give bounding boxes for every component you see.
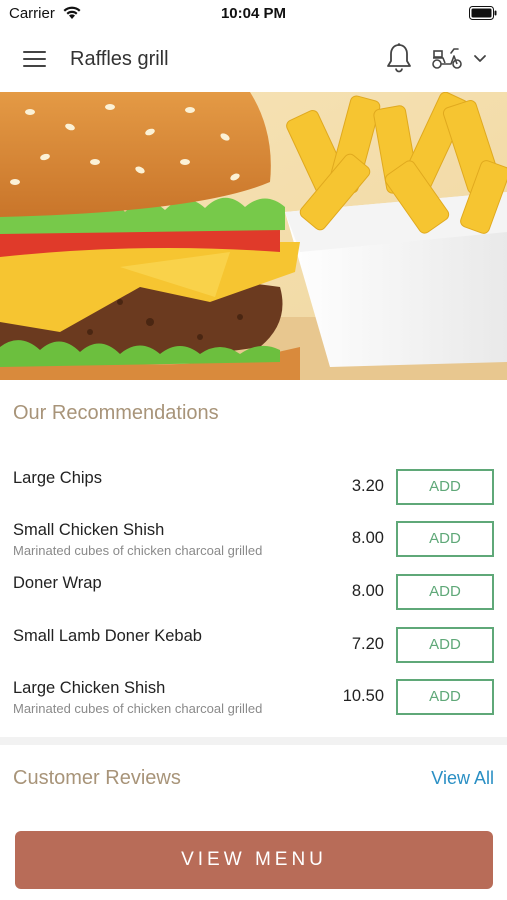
menu-item: Large Chicken Shish Marinated cubes of c… [0, 679, 507, 729]
section-divider [0, 737, 507, 745]
add-button[interactable]: ADD [396, 469, 494, 505]
reviews-title: Customer Reviews [13, 767, 181, 789]
menu-item: Doner Wrap 8.00 ADD [0, 574, 507, 624]
item-price: 7.20 [351, 635, 384, 653]
item-name: Small Chicken Shish [13, 521, 165, 539]
item-price: 3.20 [351, 477, 384, 495]
item-description: Marinated cubes of chicken charcoal gril… [13, 543, 263, 558]
item-name: Small Lamb Doner Kebab [13, 627, 202, 645]
view-menu-button[interactable]: VIEW MENU [15, 831, 493, 889]
view-all-link[interactable]: View All [431, 768, 494, 789]
item-description: Marinated cubes of chicken charcoal gril… [13, 701, 263, 716]
menu-item: Large Chips 3.20 ADD [0, 469, 507, 519]
add-button[interactable]: ADD [396, 574, 494, 610]
add-button[interactable]: ADD [396, 679, 494, 715]
bell-icon[interactable] [385, 42, 413, 74]
scooter-icon[interactable] [430, 45, 464, 71]
app-header: Raffles grill [0, 28, 507, 92]
item-name: Doner Wrap [13, 574, 102, 592]
menu-item: Small Lamb Doner Kebab 7.20 ADD [0, 627, 507, 677]
restaurant-title: Raffles grill [70, 48, 169, 70]
status-bar: Carrier 10:04 PM [0, 0, 507, 28]
item-name: Large Chicken Shish [13, 679, 166, 697]
status-time: 10:04 PM [220, 5, 287, 22]
burger-and-fries-illustration [0, 92, 507, 380]
recommendations-title: Our Recommendations [13, 402, 219, 424]
chevron-down-icon[interactable] [472, 51, 488, 65]
item-price: 10.50 [342, 687, 384, 705]
menu-icon [23, 51, 46, 53]
hero-food-image [0, 92, 507, 380]
item-name: Large Chips [13, 469, 102, 487]
battery-icon [469, 6, 497, 20]
menu-item: Small Chicken Shish Marinated cubes of c… [0, 521, 507, 571]
item-price: 8.00 [351, 582, 384, 600]
menu-icon-line [23, 58, 46, 60]
add-button[interactable]: ADD [396, 521, 494, 557]
item-price: 8.00 [351, 529, 384, 547]
add-button[interactable]: ADD [396, 627, 494, 663]
menu-button[interactable] [22, 48, 48, 70]
menu-icon-line [23, 65, 46, 67]
